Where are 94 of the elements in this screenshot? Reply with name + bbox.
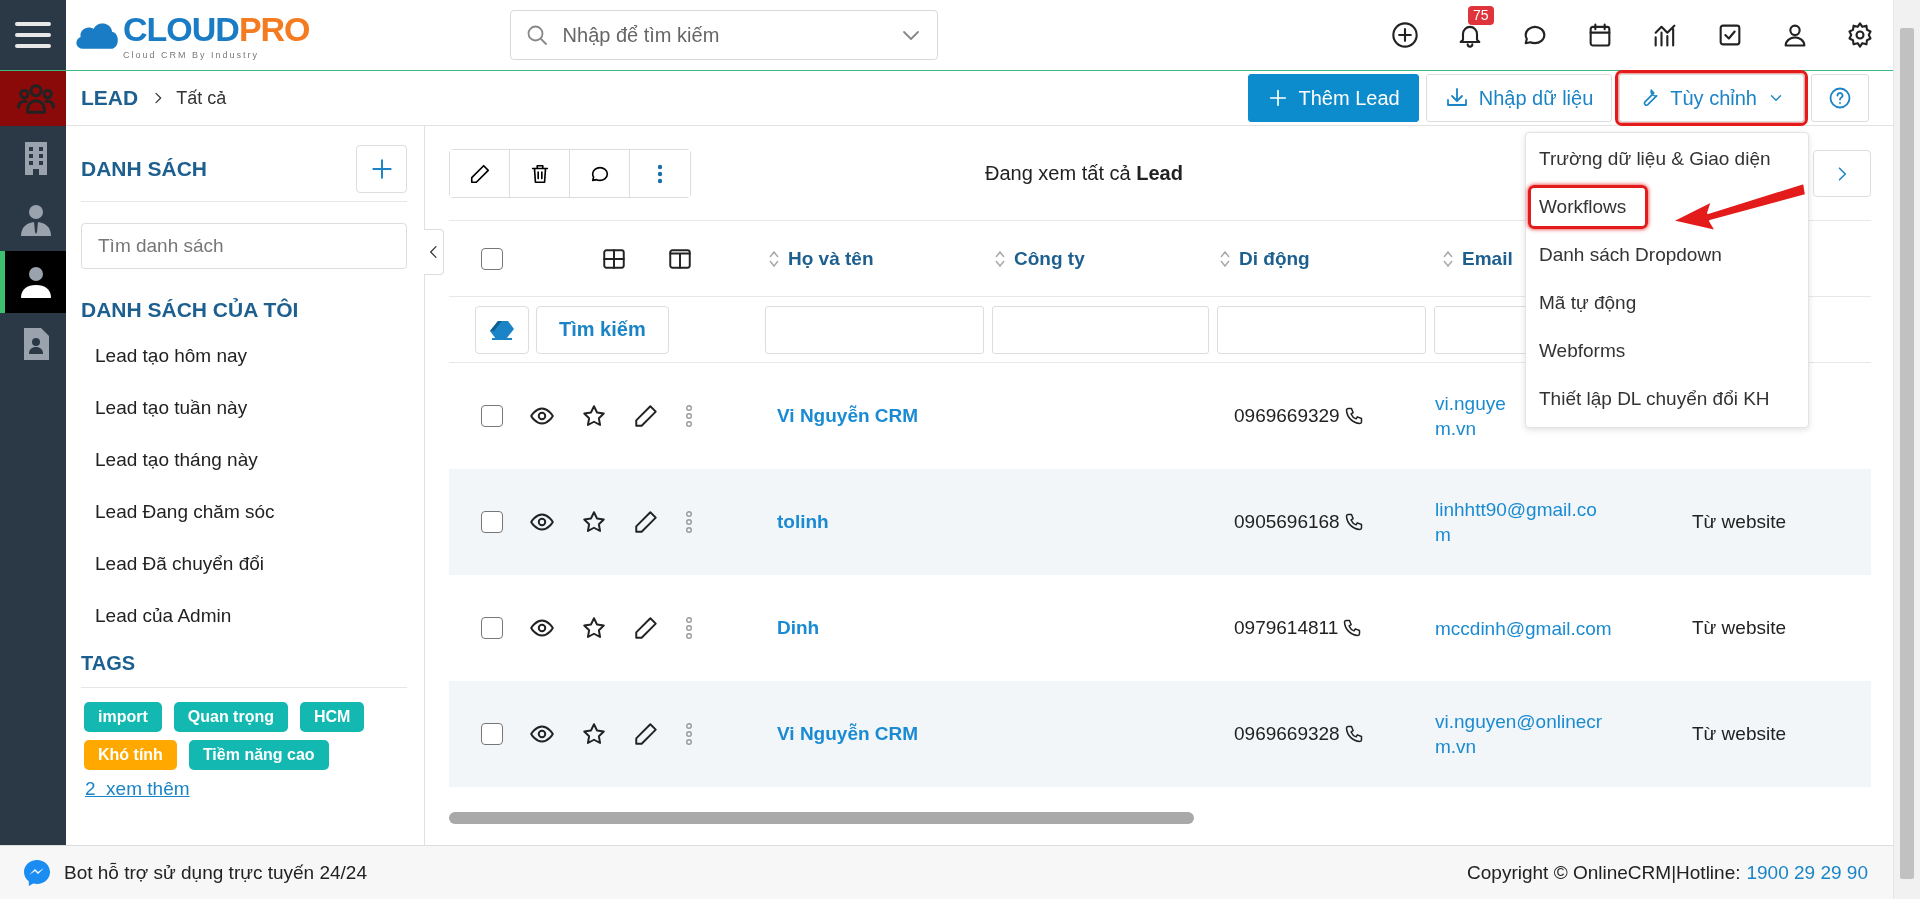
help-icon xyxy=(1828,86,1852,110)
rail-item[interactable] xyxy=(0,251,66,313)
column-header[interactable]: Công ty xyxy=(1014,247,1085,270)
filter-field[interactable] xyxy=(765,305,984,354)
source-cell-text: Từ website xyxy=(1691,723,1787,745)
eraser-icon xyxy=(488,318,516,341)
pencil-icon[interactable] xyxy=(633,615,659,641)
phone-number: 0969669329 xyxy=(1234,405,1340,427)
person-icon[interactable] xyxy=(18,266,53,298)
person-tie-icon[interactable] xyxy=(18,204,53,236)
star-icon[interactable] xyxy=(581,615,607,641)
messenger-icon[interactable] xyxy=(22,857,52,888)
phone-icon[interactable] xyxy=(1342,618,1363,638)
add-lead-button[interactable]: Thêm Lead xyxy=(1247,74,1419,122)
settings-icon[interactable] xyxy=(1846,21,1874,49)
contact-file-icon[interactable] xyxy=(21,327,50,361)
checkbox[interactable] xyxy=(481,511,503,533)
more-icon[interactable] xyxy=(685,511,693,533)
filter-field[interactable] xyxy=(992,305,1209,354)
support-bot-text[interactable]: Bot hỗ trợ sử dụng trực tuyến 24/24 xyxy=(64,861,367,884)
star-icon[interactable] xyxy=(581,509,607,535)
email-link[interactable]: mccdinh@gmail.com xyxy=(1432,615,1612,641)
breadcrumb-current: Tất cả xyxy=(176,87,227,109)
email-link[interactable]: vi.nguyen@onlinecr m.vn xyxy=(1432,709,1603,759)
menu-item[interactable]: Danh sách Dropdown xyxy=(1528,233,1733,277)
clear-filter-button[interactable] xyxy=(475,305,529,354)
filter-field[interactable] xyxy=(1217,305,1426,354)
search-button[interactable]: Tìm kiếm xyxy=(536,305,669,354)
checkbox[interactable] xyxy=(481,405,503,427)
hotline-link[interactable]: 1900 29 29 90 xyxy=(1746,861,1868,884)
menu-item[interactable]: Workflows xyxy=(1528,185,1649,229)
more-icon[interactable] xyxy=(685,723,693,745)
menu-item[interactable]: Mã tự động xyxy=(1528,281,1648,325)
menu-item[interactable]: Thiết lập DL chuyển đổi KH xyxy=(1528,377,1781,421)
menu-item[interactable]: Trường dữ liệu & Giao diện xyxy=(1528,137,1782,181)
edit-button[interactable] xyxy=(450,150,510,197)
lead-name-link[interactable]: tolinh xyxy=(763,511,829,533)
section-title: DANH SÁCH CỦA TÔI xyxy=(81,298,300,322)
copyright-text: Copyright © OnlineCRM|Hotline: xyxy=(1467,861,1741,884)
list-item[interactable]: Lead của Admin xyxy=(81,590,407,642)
star-icon[interactable] xyxy=(581,403,607,429)
menu-item[interactable]: Webforms xyxy=(1528,329,1637,373)
more-link[interactable]: 2 xem thêm xyxy=(85,778,190,800)
phone-icon[interactable] xyxy=(1343,724,1364,744)
scrollbar-thumb[interactable] xyxy=(449,812,1194,824)
phone-number: 0969669328 xyxy=(1234,723,1340,745)
column-header[interactable]: Email xyxy=(1462,247,1513,270)
logo[interactable]: CLOUDPRO Cloud CRM By Industry xyxy=(74,10,310,60)
lead-name-link[interactable]: Vi Nguyễn CRM xyxy=(763,405,919,427)
add-list-button[interactable] xyxy=(356,145,407,193)
phone-icon[interactable] xyxy=(1343,512,1364,532)
source-cell-text: Từ website xyxy=(1691,617,1787,639)
phone-number: 0979614811 xyxy=(1234,617,1339,639)
notification-badge: 75 xyxy=(1468,6,1494,25)
more-icon[interactable] xyxy=(685,405,693,427)
search-bar[interactable]: Nhập để tìm kiếm xyxy=(509,10,938,60)
add-icon[interactable] xyxy=(1391,21,1419,49)
table-row[interactable]: Vi Nguyễn CRM 0969669328 vi.nguyen@onlinecr m.vn Từ website xyxy=(449,681,1871,787)
menu-icon[interactable] xyxy=(15,20,51,50)
source-cell-text: Từ website xyxy=(1691,511,1787,533)
phone-number: 0905696168 xyxy=(1234,511,1340,533)
list-item[interactable]: Lead Đã chuyển đổi xyxy=(81,538,407,590)
star-icon[interactable] xyxy=(581,721,607,747)
column-header[interactable]: Di động xyxy=(1239,247,1310,270)
view-caption: Đang xem tất cả Lead xyxy=(985,162,1183,185)
email-link[interactable]: vi.nguye m.vn xyxy=(1432,391,1506,441)
list-item[interactable]: Lead Đang chăm sóc xyxy=(81,486,407,538)
section-title: TAGS xyxy=(81,652,407,688)
collapse-panel-button[interactable] xyxy=(424,229,444,275)
panel-title: DANH SÁCH xyxy=(81,157,207,181)
pencil-icon[interactable] xyxy=(633,509,659,535)
checkbox[interactable] xyxy=(481,723,503,745)
checkbox[interactable] xyxy=(481,247,503,270)
lead-name-link[interactable]: Vi Nguyễn CRM xyxy=(763,723,919,745)
scrollbar-thumb[interactable] xyxy=(1900,28,1914,879)
column-header[interactable]: Họ và tên xyxy=(788,247,874,270)
checkbox[interactable] xyxy=(481,617,503,639)
phone-icon[interactable] xyxy=(1343,406,1364,426)
list-item[interactable]: Lead tạo tuần này xyxy=(81,382,407,434)
pencil-icon[interactable] xyxy=(633,721,659,747)
lead-name-link[interactable]: Dinh xyxy=(763,617,820,639)
list-item[interactable]: Lead tạo tháng này xyxy=(81,434,407,486)
pencil-icon xyxy=(468,162,491,185)
more-icon[interactable] xyxy=(685,617,693,639)
table-row[interactable]: tolinh 0905696168 linhhtt90@gmail.co m Từ website xyxy=(449,469,1871,575)
import-button[interactable]: Nhập dữ liệu xyxy=(1425,74,1613,122)
pencil-icon[interactable] xyxy=(633,403,659,429)
more-icon xyxy=(657,163,663,184)
search-field[interactable]: Tìm danh sách xyxy=(81,223,407,269)
list-item[interactable]: Lead tạo hôm nay xyxy=(81,330,407,382)
email-link[interactable]: linhhtt90@gmail.co m xyxy=(1432,497,1597,547)
help-button[interactable] xyxy=(1811,74,1869,122)
breadcrumb-module[interactable]: LEAD xyxy=(81,86,139,110)
search-field[interactable]: Nhập để tìm kiếm xyxy=(560,22,887,48)
